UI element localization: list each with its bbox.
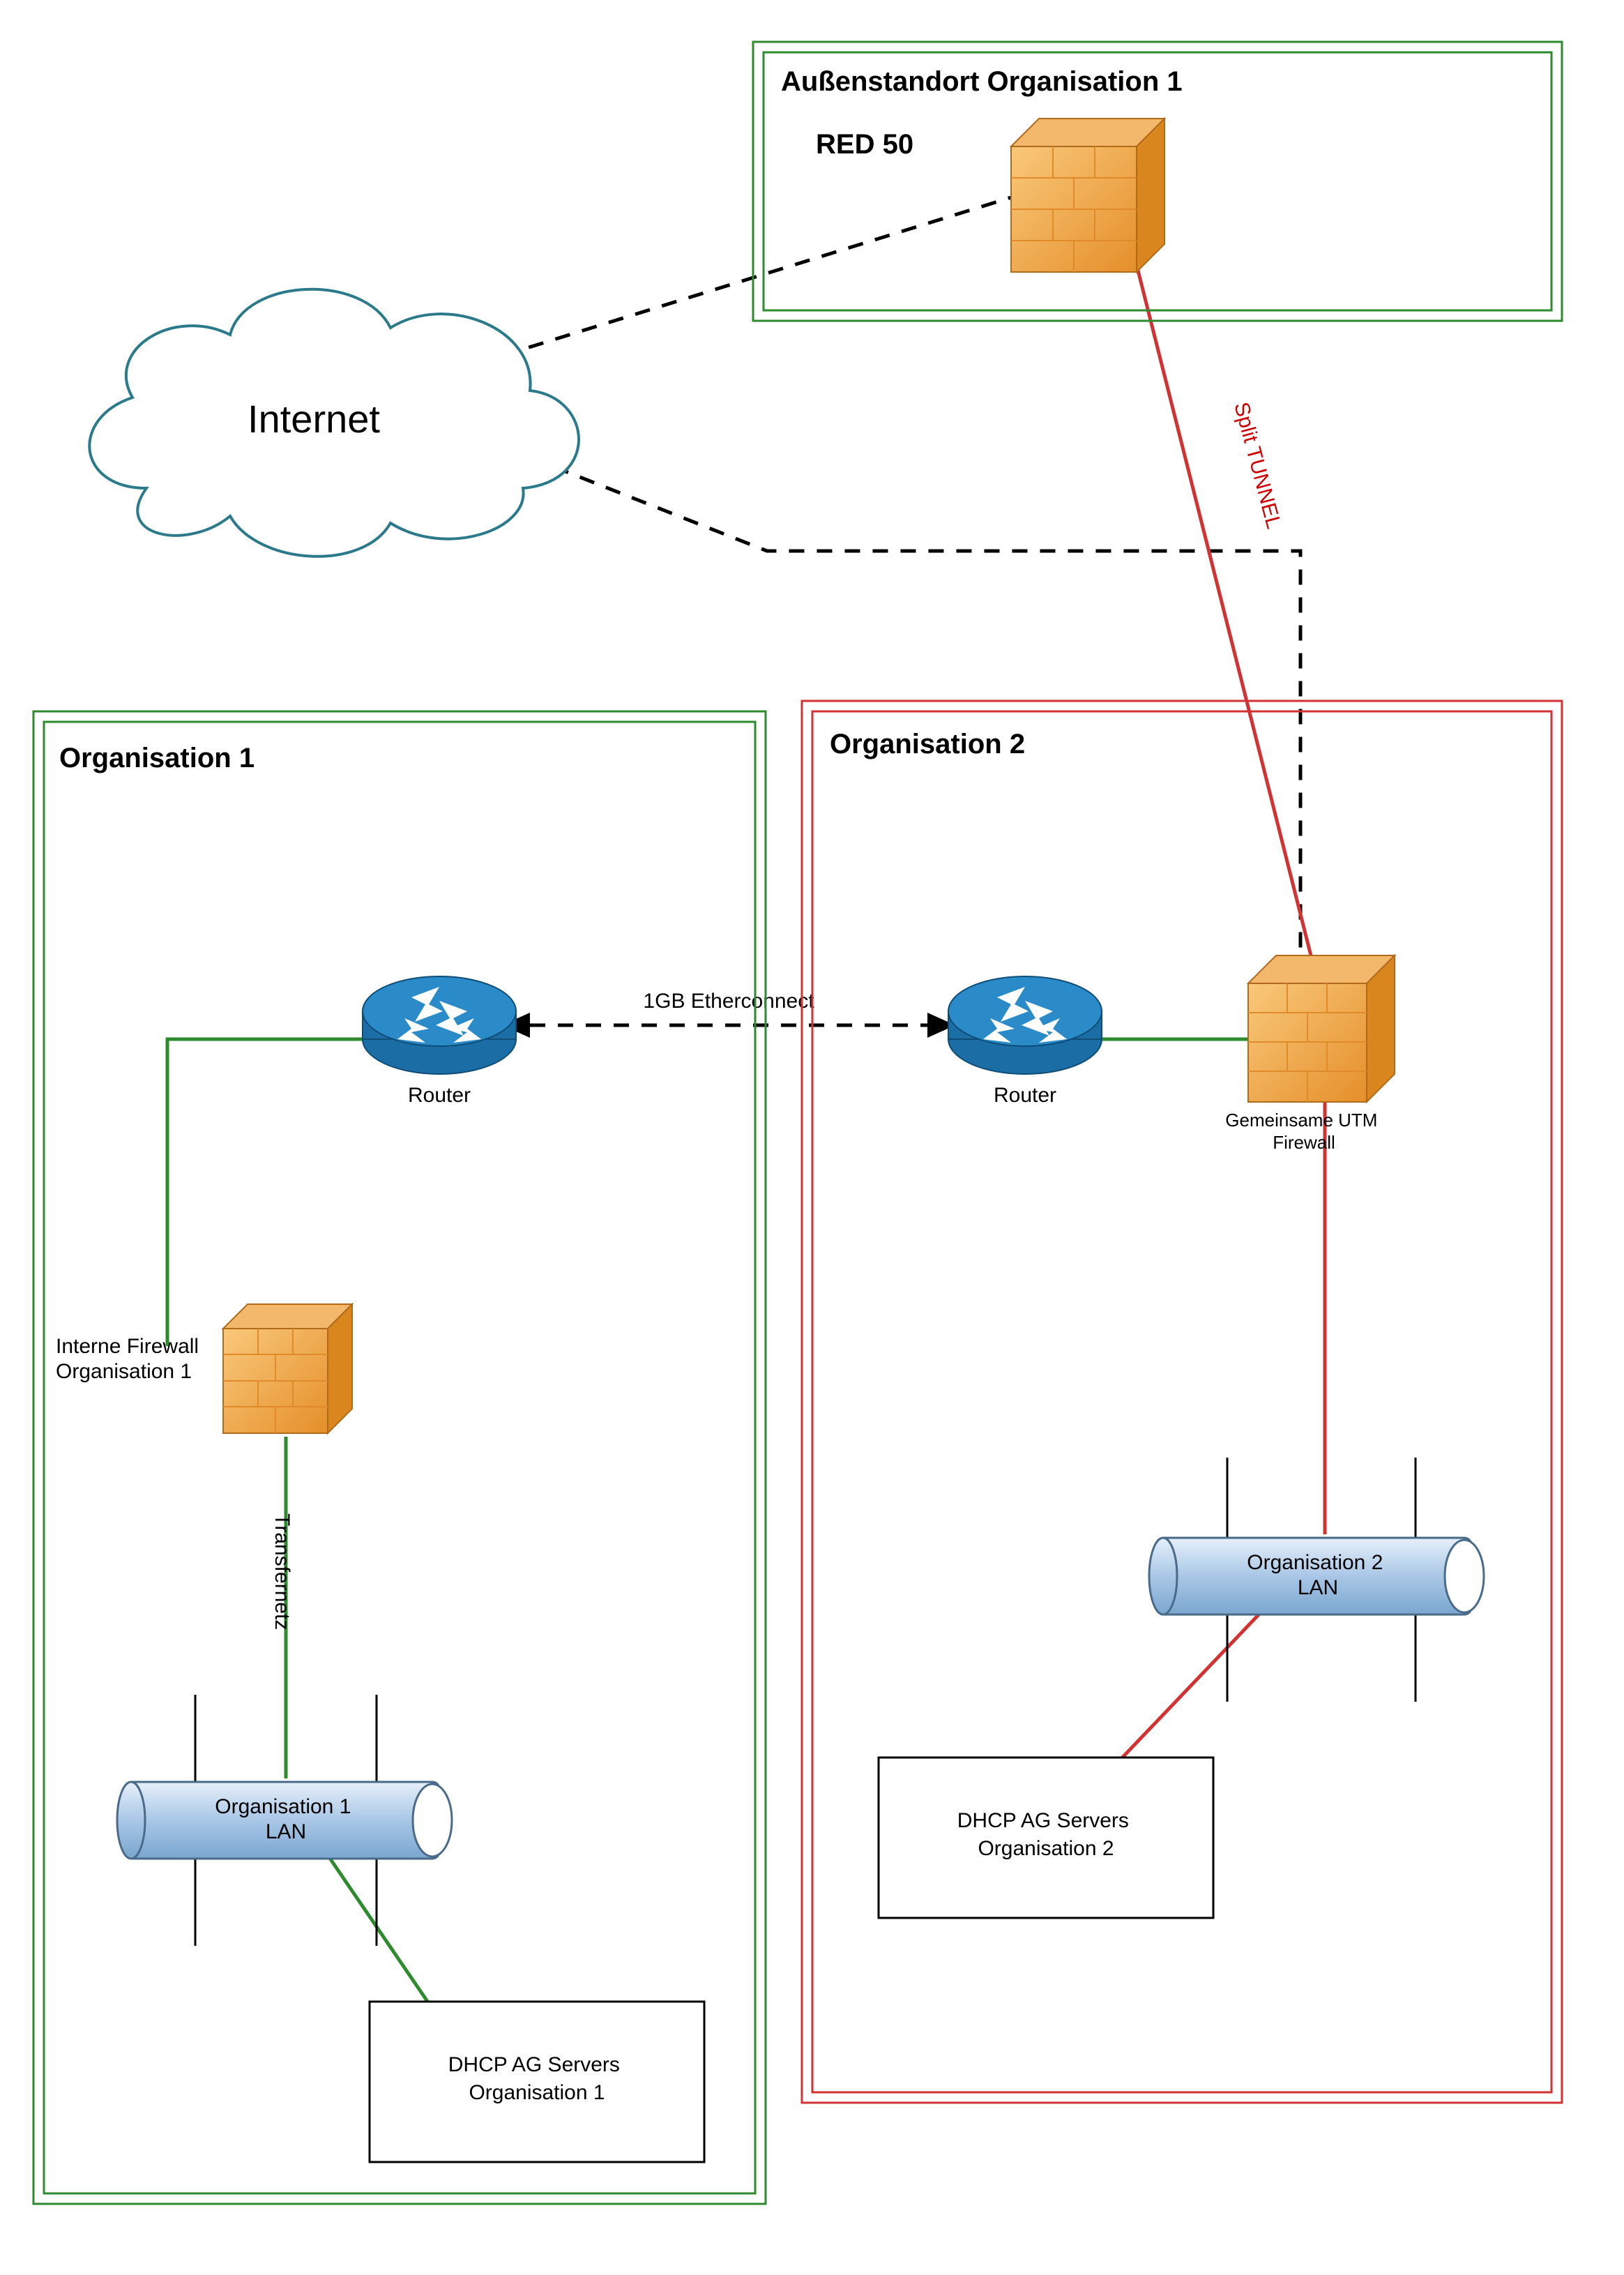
org1-remote-title: Außenstandort Organisation 1: [781, 66, 1183, 97]
router-org2: [948, 976, 1102, 1074]
internal-fw-label: Interne Firewall Organisation 1: [56, 1335, 204, 1383]
split-tunnel-label: Split TUNNEL: [1229, 400, 1285, 531]
internet-label: Internet: [248, 397, 380, 441]
utm-label-l1: Gemeinsame UTM Firewall: [1225, 1110, 1382, 1153]
link-router1-firewall: [167, 1039, 390, 1346]
internet-cloud: Internet: [89, 289, 579, 557]
red50-device: [1011, 119, 1164, 272]
servers-org1: DHCP AG Servers Organisation 1: [370, 2002, 704, 2162]
internal-firewall-org1: [223, 1304, 352, 1433]
etherconnect-label: 1GB Etherconnect: [643, 990, 814, 1013]
org1-box: Organisation 1: [33, 711, 766, 2204]
link-split-tunnel-top: [1133, 251, 1314, 969]
org2-title: Organisation 2: [830, 729, 1025, 759]
lan-org2: Organisation 2 LAN: [1149, 1458, 1484, 1702]
transfer-label: Transfernetz: [271, 1513, 294, 1630]
network-diagram: 1GB Etherconnect Transfernetz Split TUNN…: [0, 0, 1624, 2275]
red50-label: RED 50: [816, 129, 913, 160]
link-internet-red50: [502, 195, 1018, 356]
org1-title: Organisation 1: [59, 743, 255, 773]
link-internet-utm: [502, 446, 1300, 969]
link-lan2-servers2: [1116, 1611, 1262, 1764]
router1-label: Router: [408, 1084, 471, 1107]
router2-label: Router: [994, 1084, 1056, 1107]
servers-org2: DHCP AG Servers Organisation 2: [879, 1758, 1213, 1918]
utm-firewall: [1248, 955, 1395, 1102]
router-org1: [363, 976, 516, 1074]
link-lan1-servers1: [328, 1855, 432, 2009]
